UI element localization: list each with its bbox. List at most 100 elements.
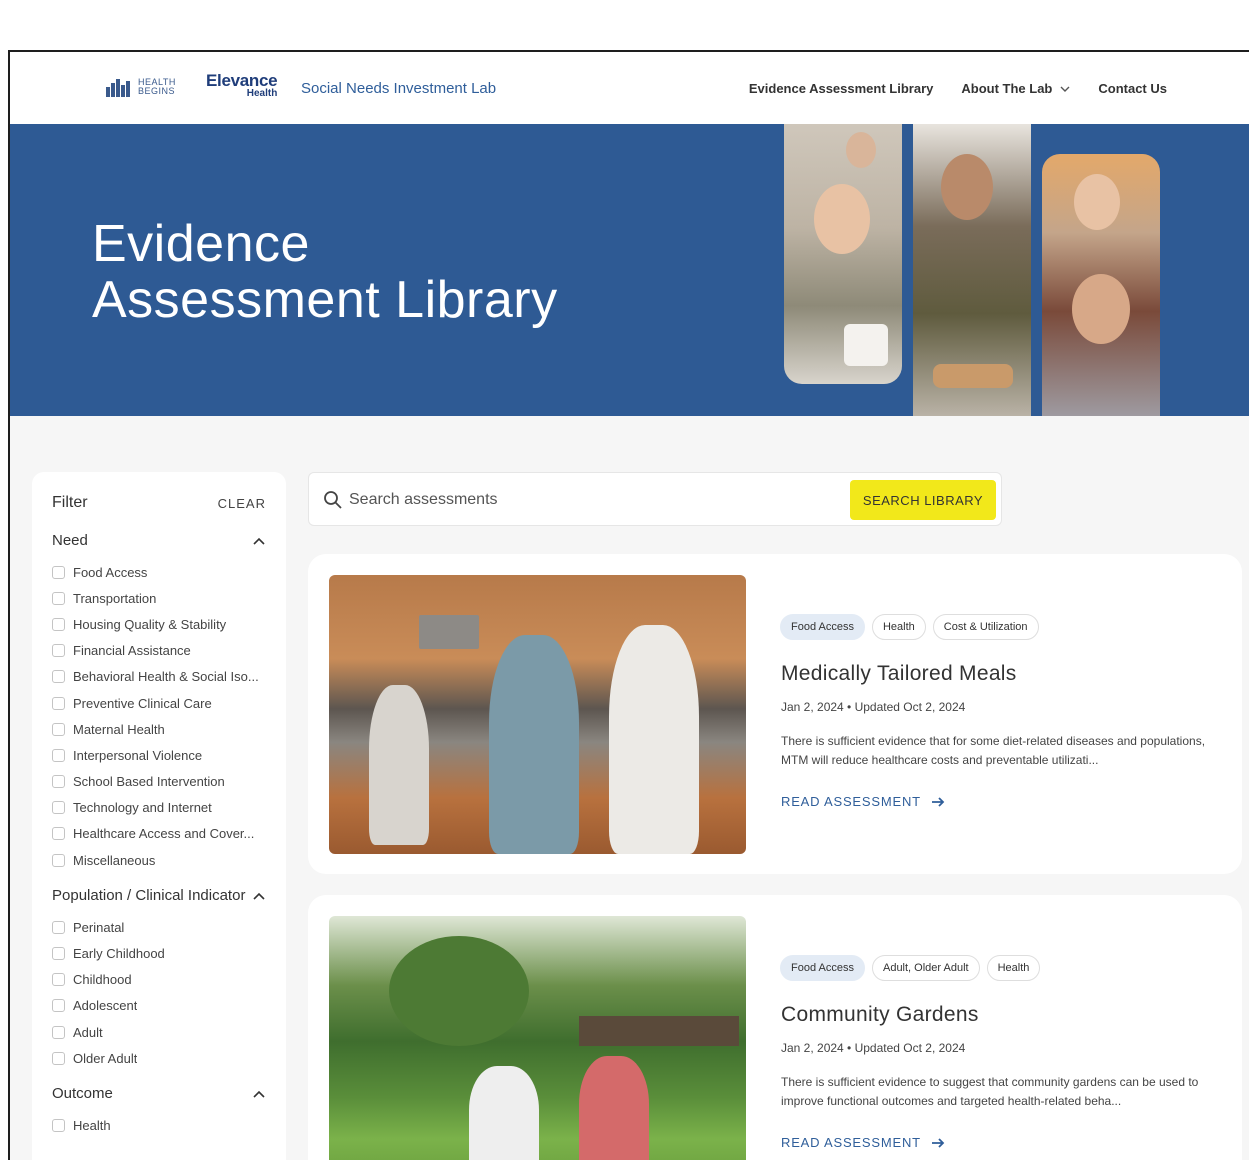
filter-sidebar: Filter CLEAR Need Food Access Transporta…: [32, 472, 286, 1160]
filter-option[interactable]: Financial Assistance: [52, 638, 266, 664]
checkbox-icon[interactable]: [52, 591, 65, 605]
card-description: There is sufficient evidence that for so…: [781, 734, 1206, 767]
checkbox-icon[interactable]: [52, 775, 65, 789]
hero-photo-cooking: [913, 124, 1031, 416]
filter-option[interactable]: Adult: [52, 1019, 266, 1045]
tag-pill[interactable]: Cost & Utilization: [932, 614, 1039, 640]
tag-pill[interactable]: Health: [986, 955, 1041, 981]
checkbox-icon[interactable]: [52, 644, 65, 658]
health-begins-logo[interactable]: HEALTH BEGINS: [106, 77, 182, 97]
filter-option-label: Behavioral Health & Social Iso...: [73, 669, 259, 685]
filter-option[interactable]: Adolescent: [52, 993, 266, 1019]
card-image-kitchen[interactable]: [329, 575, 746, 854]
chevron-up-icon[interactable]: [252, 891, 266, 901]
search-library-button[interactable]: SEARCH LIBRARY: [850, 480, 996, 520]
page-title-line2: Assessment Library: [92, 271, 558, 329]
assessment-card: Food Access Health Cost & Utilization Me…: [308, 554, 1242, 874]
filter-option[interactable]: Health: [52, 1112, 266, 1138]
elevance-logo-sub: Health: [246, 88, 278, 99]
search-bar: SEARCH LIBRARY: [308, 472, 1002, 526]
chevron-down-icon: [1060, 86, 1070, 92]
nav-evidence-library[interactable]: Evidence Assessment Library: [749, 81, 934, 96]
checkbox-icon[interactable]: [52, 920, 65, 934]
filter-group-header[interactable]: Outcome: [52, 1085, 266, 1102]
filter-option[interactable]: Transportation: [52, 585, 266, 611]
filter-group-header[interactable]: Need: [52, 532, 266, 549]
checkbox-icon[interactable]: [52, 1118, 65, 1132]
filter-option-label: Adolescent: [73, 998, 138, 1014]
filter-option[interactable]: Technology and Internet: [52, 795, 266, 821]
nav-contact-label: Contact Us: [1098, 81, 1167, 96]
main-nav: Evidence Assessment Library About The La…: [749, 81, 1167, 96]
filter-group-title: Population / Clinical Indicator: [52, 887, 246, 905]
card-title[interactable]: Community Gardens: [781, 1003, 979, 1027]
health-begins-mark-icon: [106, 79, 130, 97]
checkbox-icon[interactable]: [52, 748, 65, 762]
page-title-line1: Evidence: [92, 215, 310, 273]
arrow-right-icon: [931, 1137, 945, 1148]
filter-option-label: Childhood: [73, 972, 132, 988]
filter-option[interactable]: Perinatal: [52, 914, 266, 940]
filter-option[interactable]: Healthcare Access and Cover...: [52, 821, 266, 847]
nav-evidence-library-label: Evidence Assessment Library: [748, 81, 934, 96]
checkbox-icon[interactable]: [52, 1025, 65, 1039]
tag-pill[interactable]: Food Access: [780, 614, 865, 640]
filter-option-label: Miscellaneous: [73, 852, 156, 868]
elevance-health-logo[interactable]: Elevance Health: [206, 71, 278, 99]
filter-option[interactable]: Childhood: [52, 967, 266, 993]
filter-option-label: Food Access: [73, 564, 148, 580]
filter-group-header[interactable]: Population / Clinical Indicator: [52, 887, 266, 904]
hero-photo-woman: [784, 124, 902, 384]
checkbox-icon[interactable]: [52, 827, 65, 841]
chevron-up-icon[interactable]: [252, 1089, 266, 1099]
checkbox-icon[interactable]: [52, 1051, 65, 1065]
clear-filters-button[interactable]: CLEAR: [218, 496, 266, 511]
read-assessment-link[interactable]: READ ASSESSMENT: [781, 794, 945, 809]
filter-option[interactable]: Older Adult: [52, 1045, 266, 1071]
page-title: Evidence Assessment Library: [92, 216, 558, 328]
filter-option[interactable]: Preventive Clinical Care: [52, 690, 266, 716]
filter-header: Filter CLEAR: [52, 494, 266, 512]
read-assessment-label: READ ASSESSMENT: [781, 794, 921, 809]
tag-pill[interactable]: Food Access: [780, 955, 865, 981]
checkbox-icon[interactable]: [52, 670, 65, 684]
chevron-up-icon[interactable]: [252, 536, 266, 546]
card-tags: Food Access Adult, Older Adult Health: [780, 955, 1041, 981]
card-date: Jan 2, 2024 • Updated Oct 2, 2024: [781, 700, 966, 714]
checkbox-icon[interactable]: [52, 947, 65, 961]
filter-option-label: Interpersonal Violence: [73, 747, 203, 763]
card-title[interactable]: Medically Tailored Meals: [781, 662, 1017, 686]
filter-group-title: Need: [52, 532, 88, 549]
tag-pill[interactable]: Adult, Older Adult: [871, 955, 980, 981]
filter-option[interactable]: Interpersonal Violence: [52, 742, 266, 768]
elevance-logo-main: Elevance: [206, 71, 278, 90]
checkbox-icon[interactable]: [52, 801, 65, 815]
filter-group-need: Need Food Access Transportation Housing …: [52, 532, 266, 873]
search-input[interactable]: [349, 485, 829, 515]
checkbox-icon[interactable]: [52, 853, 65, 867]
filter-option-label: Perinatal: [73, 919, 125, 935]
filter-option-label: Early Childhood: [73, 946, 165, 962]
filter-option[interactable]: Early Childhood: [52, 940, 266, 966]
tag-pill[interactable]: Health: [871, 614, 926, 640]
lab-name-link[interactable]: Social Needs Investment Lab: [301, 80, 496, 97]
filter-option-label: Older Adult: [73, 1050, 138, 1066]
filter-option[interactable]: Maternal Health: [52, 716, 266, 742]
checkbox-icon[interactable]: [52, 565, 65, 579]
checkbox-icon[interactable]: [52, 999, 65, 1013]
checkbox-icon[interactable]: [52, 973, 65, 987]
read-assessment-link[interactable]: READ ASSESSMENT: [781, 1135, 945, 1150]
nav-contact-us[interactable]: Contact Us: [1098, 81, 1167, 96]
filter-option[interactable]: Behavioral Health & Social Iso...: [52, 664, 266, 690]
filter-option[interactable]: Housing Quality & Stability: [52, 611, 266, 637]
checkbox-icon[interactable]: [52, 696, 65, 710]
filter-option[interactable]: Miscellaneous: [52, 847, 266, 873]
checkbox-icon[interactable]: [52, 617, 65, 631]
card-image-garden[interactable]: [329, 916, 746, 1160]
filter-option[interactable]: School Based Intervention: [52, 769, 266, 795]
filter-option[interactable]: Food Access: [52, 559, 266, 585]
filter-option-label: Healthcare Access and Cover...: [73, 826, 255, 842]
filter-title: Filter: [52, 494, 88, 511]
checkbox-icon[interactable]: [52, 722, 65, 736]
nav-about-lab[interactable]: About The Lab: [961, 81, 1070, 96]
